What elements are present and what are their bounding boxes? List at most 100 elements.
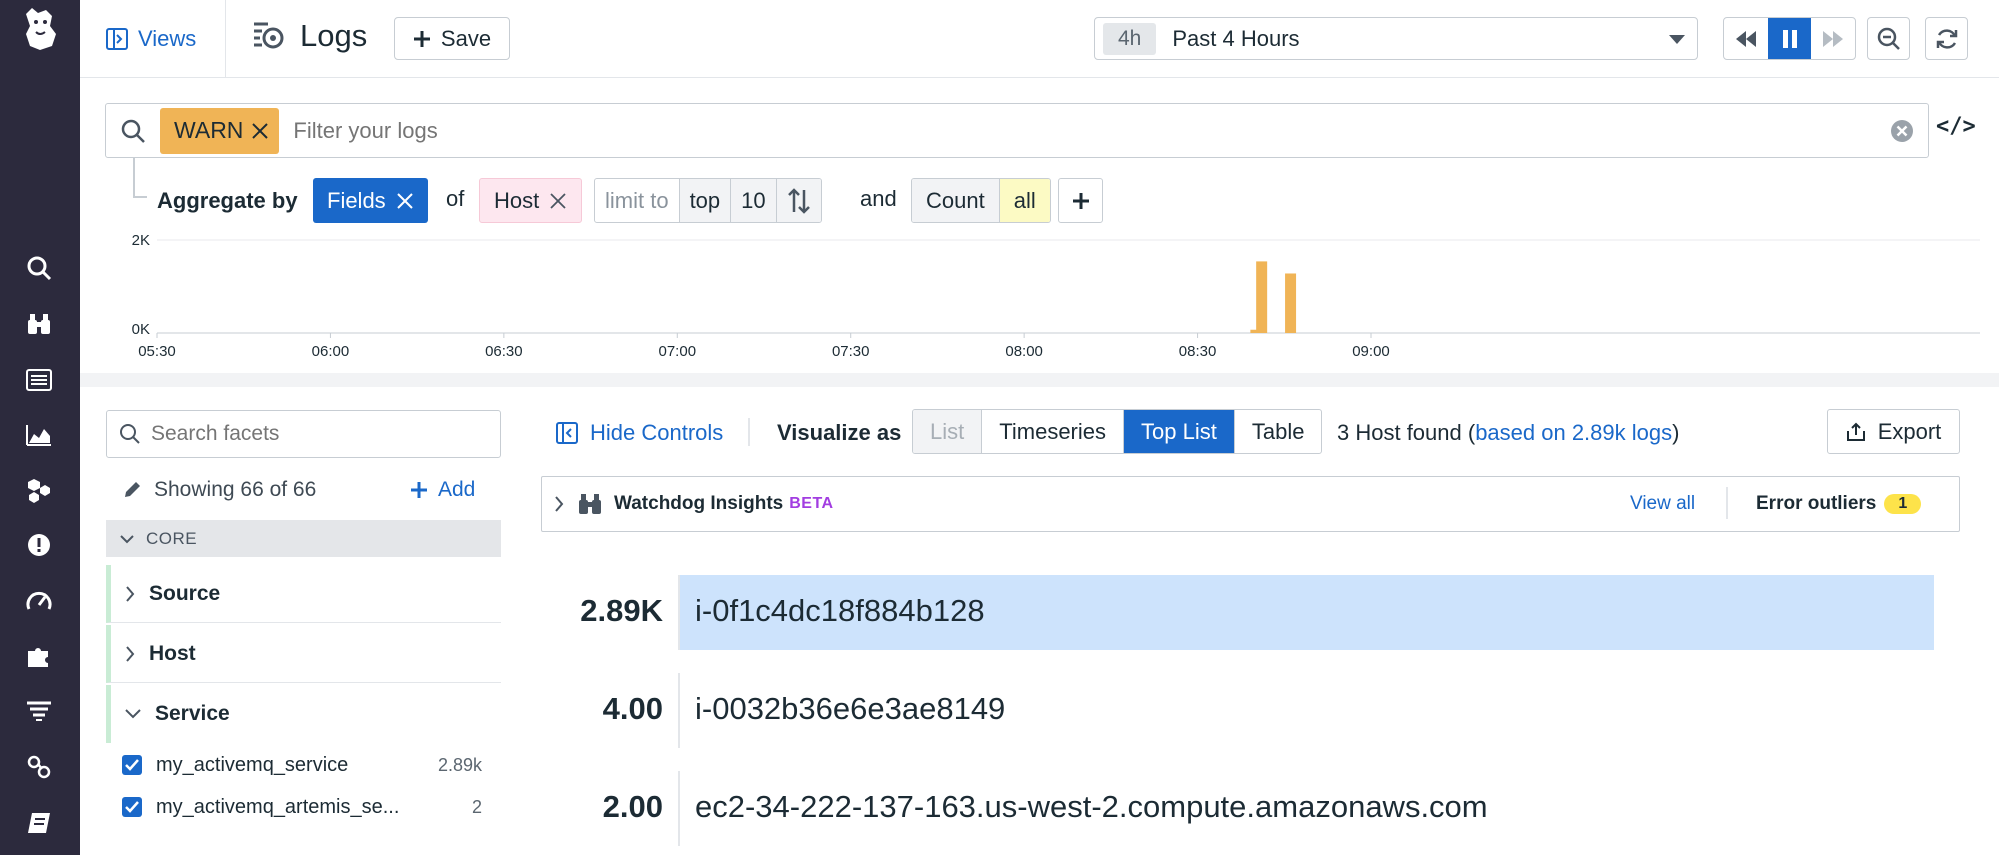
divider <box>1726 487 1728 519</box>
time-range-select[interactable]: 4h Past 4 Hours <box>1094 17 1698 60</box>
facet-search-input-wrap[interactable] <box>106 410 501 458</box>
sort-order-button[interactable] <box>776 179 821 222</box>
rewind-button[interactable] <box>1724 18 1768 59</box>
dashboard-nav-icon[interactable] <box>24 365 54 395</box>
left-nav <box>0 0 80 855</box>
query-input[interactable] <box>293 117 1890 144</box>
fast-forward-icon <box>1823 30 1844 47</box>
results-prefix: 3 Host found ( <box>1337 420 1476 445</box>
metrics-nav-icon[interactable] <box>24 420 54 450</box>
logs-nav-icon[interactable] <box>24 696 54 726</box>
checkbox[interactable] <box>122 797 142 817</box>
facet-host[interactable]: Host <box>106 625 501 683</box>
add-facet-button[interactable]: Add <box>410 478 475 502</box>
top-list-row[interactable]: 2.00 ec2-34-222-137-163.us-west-2.compute… <box>541 771 1935 846</box>
chevron-right-icon <box>126 645 135 662</box>
top-list-host: i-0f1c4dc18f884b128 <box>695 593 985 628</box>
error-outliers[interactable]: Error outliers 1 <box>1756 493 1922 515</box>
facet-value-row[interactable]: my_activemq_artemis_se... 2 <box>122 792 482 822</box>
facet-service[interactable]: Service <box>106 685 501 743</box>
top-list-value: 2.89K <box>580 593 663 628</box>
view-all-link[interactable]: View all <box>1630 493 1695 515</box>
logs-icon <box>254 22 284 49</box>
facet-group-header[interactable]: CORE <box>106 520 501 557</box>
section-separator <box>80 373 1999 387</box>
facet-count: Showing 66 of 66 <box>122 478 316 502</box>
plus-icon <box>411 482 427 498</box>
limit-number[interactable]: 10 <box>731 179 777 222</box>
code-icon[interactable]: </> <box>1936 114 1976 139</box>
rewind-icon <box>1735 30 1756 47</box>
page-title: Logs <box>252 18 367 54</box>
top-list-row[interactable]: 2.89K i-0f1c4dc18f884b128 <box>541 575 1935 650</box>
views-button[interactable]: Views <box>106 22 196 56</box>
monitors-nav-icon[interactable] <box>24 530 54 560</box>
integrations-nav-icon[interactable] <box>24 475 54 505</box>
results-summary: 3 Host found (based on 2.89k logs) <box>1337 420 1679 446</box>
results-basis-link[interactable]: based on 2.89k logs <box>1475 420 1672 445</box>
limit-controls: limit to top 10 <box>594 178 822 223</box>
close-icon[interactable] <box>549 192 567 210</box>
puzzle-nav-icon[interactable] <box>24 641 54 671</box>
measure-controls: Count all <box>911 178 1051 223</box>
fast-forward-button[interactable] <box>1811 18 1855 59</box>
hide-controls-button[interactable]: Hide Controls <box>556 420 723 446</box>
check-icon <box>125 759 139 771</box>
notebooks-nav-icon[interactable] <box>24 808 54 838</box>
watchdog-insights-panel[interactable]: Watchdog Insights BETA View all Error ou… <box>541 476 1960 532</box>
binoculars-nav-icon[interactable] <box>24 309 54 339</box>
close-icon[interactable] <box>251 122 269 140</box>
top-list-row[interactable]: 4.00 i-0032b36e6e3ae8149 <box>541 673 1935 748</box>
viz-toplist-option[interactable]: Top List <box>1124 410 1235 453</box>
facet-source[interactable]: Source <box>106 565 501 623</box>
top-list-host: i-0032b36e6e3ae8149 <box>695 691 1006 726</box>
zoom-out-button[interactable] <box>1867 17 1910 60</box>
save-button[interactable]: Save <box>394 17 510 60</box>
chevron-down-icon <box>120 534 134 543</box>
top-list-value: 2.00 <box>602 789 663 824</box>
fields-chip[interactable]: Fields <box>313 178 428 223</box>
add-measure-button[interactable] <box>1058 178 1103 223</box>
refresh-button[interactable] <box>1925 17 1968 60</box>
caret-down-icon <box>1669 35 1685 44</box>
time-range-label: Past 4 Hours <box>1172 25 1300 51</box>
facet-label: Service <box>155 702 230 725</box>
sort-icon <box>787 187 810 214</box>
facet-search-input[interactable] <box>151 422 451 446</box>
count-select[interactable]: Count <box>912 179 1000 222</box>
facet-value-row[interactable]: my_activemq_service 2.89k <box>122 750 482 780</box>
add-facet-label: Add <box>438 478 476 501</box>
datadog-logo-icon[interactable] <box>18 4 62 54</box>
viz-timeseries-option[interactable]: Timeseries <box>982 410 1125 453</box>
watchdog-title: Watchdog Insights <box>614 493 784 514</box>
close-icon[interactable] <box>396 192 414 210</box>
search-nav-icon[interactable] <box>24 253 54 283</box>
chevron-down-icon <box>125 709 141 719</box>
facet-label: Source <box>149 581 221 605</box>
x-tick-label: 08:00 <box>1005 343 1043 360</box>
status-filter-chip[interactable]: WARN <box>160 107 280 154</box>
facet-group-label: CORE <box>146 528 198 548</box>
top-select[interactable]: top <box>679 179 732 222</box>
chevron-right-icon <box>126 585 135 602</box>
pencil-icon[interactable] <box>122 480 142 500</box>
facet-label: Host <box>149 641 196 665</box>
refresh-icon <box>1936 28 1957 49</box>
viz-table-option[interactable]: Table <box>1235 410 1322 453</box>
viz-list-option[interactable]: List <box>913 410 983 453</box>
apm-nav-icon[interactable] <box>24 586 54 616</box>
clear-icon[interactable] <box>1890 119 1914 143</box>
visualization-toggle: List Timeseries Top List Table <box>912 409 1323 454</box>
facet-value-count: 2 <box>471 796 482 817</box>
pause-button[interactable] <box>1767 18 1812 59</box>
plus-icon <box>413 30 430 47</box>
aggregate-label: Aggregate by <box>157 188 298 213</box>
x-tick-label: 07:00 <box>659 343 697 360</box>
query-bar: WARN <box>105 103 1929 158</box>
synthetics-nav-icon[interactable] <box>24 752 54 782</box>
host-chip[interactable]: Host <box>479 178 583 223</box>
export-button[interactable]: Export <box>1827 409 1960 454</box>
checkbox[interactable] <box>122 755 142 775</box>
log-volume-chart[interactable]: 2K 0K 05:30 06:00 06:30 07:00 07:30 08:00 08:30 0… <box>120 230 1980 370</box>
count-scope[interactable]: all <box>999 179 1050 222</box>
